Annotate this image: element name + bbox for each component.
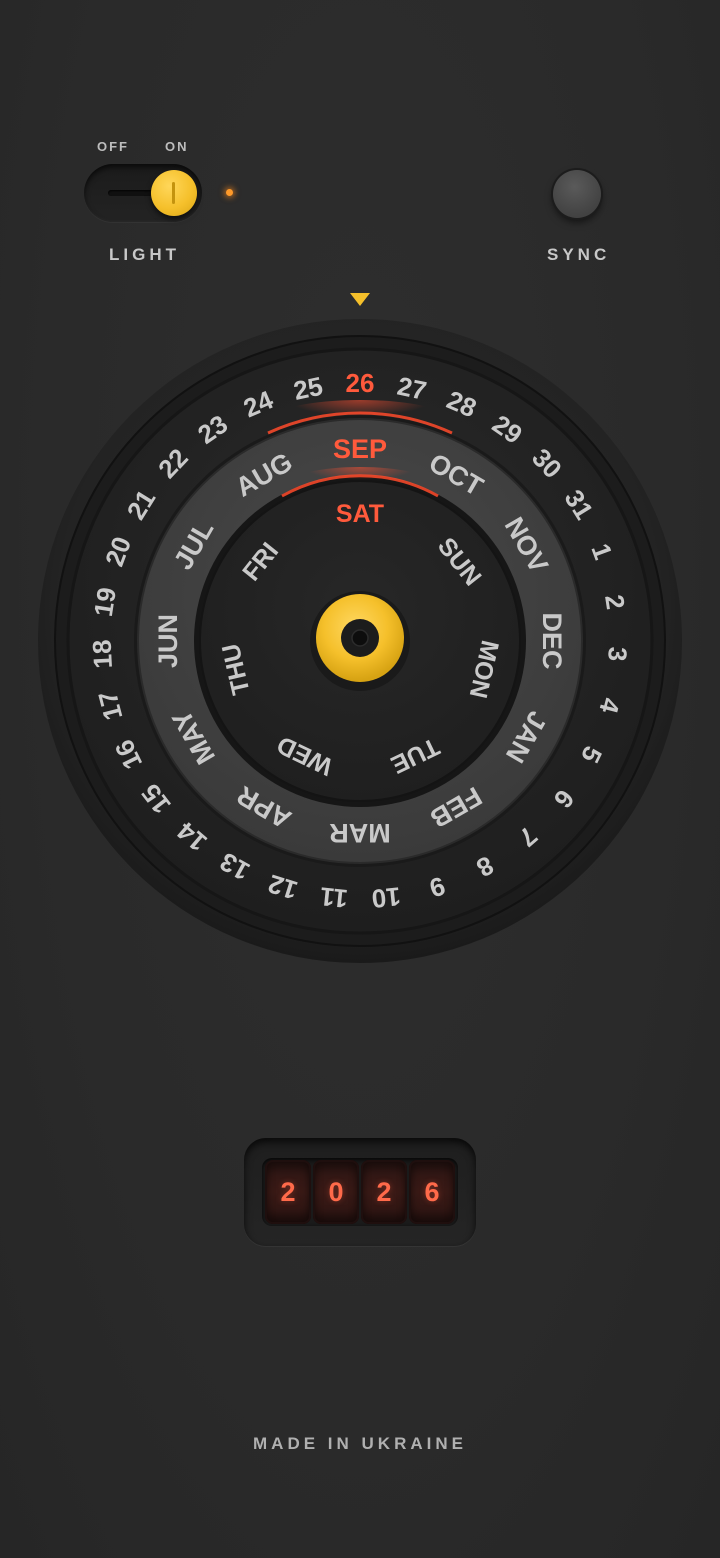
day-label-18[interactable]: 18: [87, 639, 118, 669]
year-digit-window: 2 0 2 6: [262, 1158, 458, 1226]
screw-hex-icon: [351, 629, 369, 647]
day-label-19[interactable]: 19: [88, 585, 122, 618]
day-label-26[interactable]: 26: [346, 368, 375, 398]
year-digit-3[interactable]: 2: [361, 1160, 407, 1224]
perpetual-calendar-dial: 123456789101112131415161718192021222324 2…: [38, 319, 682, 963]
year-digit-4[interactable]: 6: [409, 1160, 455, 1224]
year-counter: 2 0 2 6: [244, 1138, 476, 1246]
weekday-glow: [290, 467, 430, 499]
year-digit-2[interactable]: 0: [313, 1160, 359, 1224]
month-label-mar[interactable]: MAR: [329, 818, 391, 848]
day-label-3[interactable]: 3: [602, 646, 633, 662]
calendar-app: OFF ON LIGHT SYNC 1 2 3 4 5 6 7 8 9 10 1…: [0, 0, 720, 1558]
month-label-sep[interactable]: SEP: [333, 434, 387, 464]
day-label-27[interactable]: 27: [395, 371, 429, 406]
year-digit-1[interactable]: 2: [265, 1160, 311, 1224]
month-label-dec[interactable]: DEC: [537, 612, 567, 669]
day-label-11[interactable]: 11: [319, 881, 349, 914]
day-label-25[interactable]: 25: [291, 371, 325, 406]
footer-text: MADE IN UKRAINE: [253, 1434, 467, 1453]
weekday-label-sat[interactable]: SAT: [336, 500, 384, 528]
month-label-jun[interactable]: JUN: [153, 614, 183, 668]
day-label-10[interactable]: 10: [370, 881, 402, 914]
